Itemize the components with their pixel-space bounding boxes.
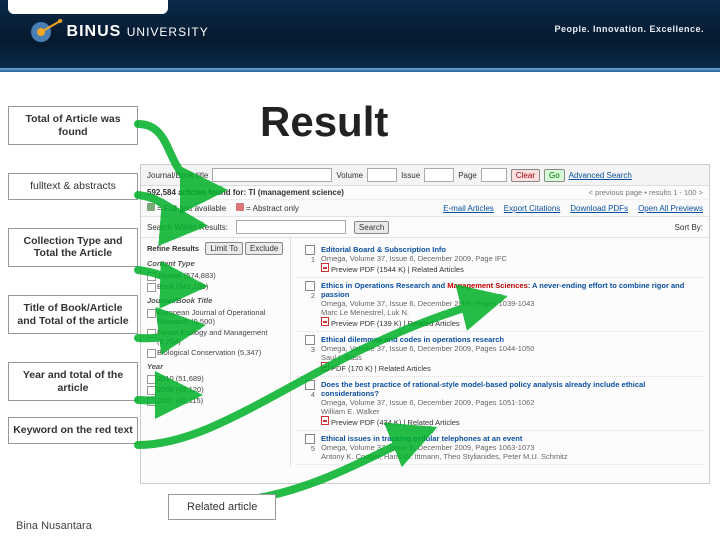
- binus-logo: BINUS UNIVERSITY: [28, 14, 209, 50]
- pdf-icon: [321, 317, 329, 326]
- facet-year-0[interactable]: 2010 (51,689): [147, 373, 284, 384]
- slide-header: BINUS UNIVERSITY People. Innovation. Exc…: [0, 0, 720, 72]
- related-article-label: Related article: [168, 494, 276, 520]
- download-pdfs-link[interactable]: Download PDFs: [570, 204, 628, 213]
- page-label: Page: [458, 171, 477, 180]
- legend-toolbar: = Full-text available = Abstract only E-…: [141, 200, 709, 217]
- label-title-total: Title of Book/Article and Total of the a…: [8, 295, 138, 334]
- sort-by-label: Sort By:: [675, 223, 703, 232]
- pdf-icon: [321, 263, 329, 272]
- facets-panel: Refine Results Limit To Exclude Content …: [141, 238, 291, 466]
- footer-text: Bina Nusantara: [16, 520, 92, 532]
- page-input[interactable]: [481, 168, 507, 182]
- result-title[interactable]: Ethical dilemmas and codes in operations…: [321, 335, 703, 344]
- label-fulltext-abstracts: fulltext & abstracts: [8, 173, 138, 200]
- result-checkbox[interactable]: [305, 434, 315, 444]
- page-title: Result: [260, 98, 388, 146]
- facet-journal-2[interactable]: Biological Conservation (5,347): [147, 347, 284, 358]
- results-list: 1 Editorial Board & Subscription Info Om…: [291, 238, 709, 466]
- fulltext-legend: = Full-text available: [147, 203, 226, 213]
- result-checkbox[interactable]: [305, 335, 315, 345]
- advanced-search-link[interactable]: Advanced Search: [569, 171, 632, 180]
- search-within-label: Search Within Results:: [147, 223, 228, 232]
- exclude-button[interactable]: Exclude: [245, 242, 283, 255]
- header-notch: [8, 0, 168, 14]
- results-summary-row: 592,584 articles found for: TI (manageme…: [141, 186, 709, 200]
- refine-header: Refine Results Limit To Exclude: [147, 242, 284, 255]
- callout-labels: Total of Article was found fulltext & ab…: [8, 106, 138, 472]
- export-citations-link[interactable]: Export Citations: [504, 204, 560, 213]
- label-keyword-red: Keyword on the red text: [8, 417, 138, 444]
- facet-content-journal[interactable]: Journal (574,883): [147, 270, 284, 281]
- result-title[interactable]: Does the best practice of rational-style…: [321, 380, 703, 398]
- open-all-previews-link[interactable]: Open All Previews: [638, 204, 703, 213]
- search-within-input[interactable]: [236, 220, 346, 234]
- result-row: 2 Ethics in Operations Research and Mana…: [297, 278, 703, 332]
- issue-input[interactable]: [424, 168, 454, 182]
- label-collection-type: Collection Type and Total the Article: [8, 228, 138, 267]
- result-row: 5 Ethical issues in tracking cellular te…: [297, 431, 703, 465]
- label-total-articles: Total of Article was found: [8, 106, 138, 145]
- facet-journal-1[interactable]: Forest Ecology and Management (6,754): [147, 327, 284, 347]
- content-type-head: Content Type: [147, 259, 284, 268]
- facet-journal-0[interactable]: European Journal of Operational Research…: [147, 307, 284, 327]
- clear-button[interactable]: Clear: [511, 169, 540, 182]
- result-links: Preview PDF (1544 K) | Related Articles: [321, 263, 703, 274]
- go-button[interactable]: Go: [544, 169, 565, 182]
- abstract-legend: = Abstract only: [236, 203, 299, 213]
- logo-text: BINUS UNIVERSITY: [67, 23, 209, 41]
- pdf-icon: [321, 416, 329, 425]
- result-checkbox[interactable]: [305, 380, 315, 390]
- pagination[interactable]: < previous page • results 1 - 100 >: [589, 188, 703, 197]
- logo-icon: [28, 14, 64, 50]
- abstract-icon: [236, 203, 244, 211]
- journal-input[interactable]: [212, 168, 332, 182]
- journal-label: Journal/Book title: [147, 171, 208, 180]
- result-meta: Omega, Volume 37, Issue 6, December 2009…: [321, 254, 703, 263]
- volume-input[interactable]: [367, 168, 397, 182]
- volume-label: Volume: [336, 171, 363, 180]
- keyword-highlight: Management Sciences: [447, 281, 527, 290]
- pdf-icon: [321, 362, 329, 371]
- search-bar: Journal/Book title Volume Issue Page Cle…: [141, 165, 709, 186]
- results-found: 592,584 articles found for: TI (manageme…: [147, 188, 344, 197]
- limit-to-button[interactable]: Limit To: [205, 242, 242, 255]
- facet-content-book[interactable]: Book (341,109): [147, 281, 284, 292]
- tagline: People. Innovation. Excellence.: [554, 24, 704, 34]
- result-row: 4 Does the best practice of rational-sty…: [297, 377, 703, 431]
- result-title[interactable]: Ethics in Operations Research and Manage…: [321, 281, 703, 299]
- search-within-row: Search Within Results: Search Sort By:: [141, 217, 709, 238]
- facet-year-1[interactable]: 2009 (49,120): [147, 384, 284, 395]
- facet-year-2[interactable]: 2007 (42,115): [147, 395, 284, 406]
- result-checkbox[interactable]: [305, 281, 315, 291]
- issue-label: Issue: [401, 171, 420, 180]
- result-title[interactable]: Editorial Board & Subscription Info: [321, 245, 703, 254]
- result-checkbox[interactable]: [305, 245, 315, 255]
- result-row: 1 Editorial Board & Subscription Info Om…: [297, 242, 703, 278]
- label-year-total: Year and total of the article: [8, 362, 138, 401]
- email-articles-link[interactable]: E-mail Articles: [443, 204, 494, 213]
- fulltext-icon: [147, 203, 155, 211]
- screenshot-panel: Journal/Book title Volume Issue Page Cle…: [140, 164, 710, 484]
- search-within-button[interactable]: Search: [354, 221, 389, 234]
- result-row: 3 Ethical dilemmas and codes in operatio…: [297, 332, 703, 377]
- result-title[interactable]: Ethical issues in tracking cellular tele…: [321, 434, 703, 443]
- year-head: Year: [147, 362, 284, 371]
- journal-title-head: Journal/Book Title: [147, 296, 284, 305]
